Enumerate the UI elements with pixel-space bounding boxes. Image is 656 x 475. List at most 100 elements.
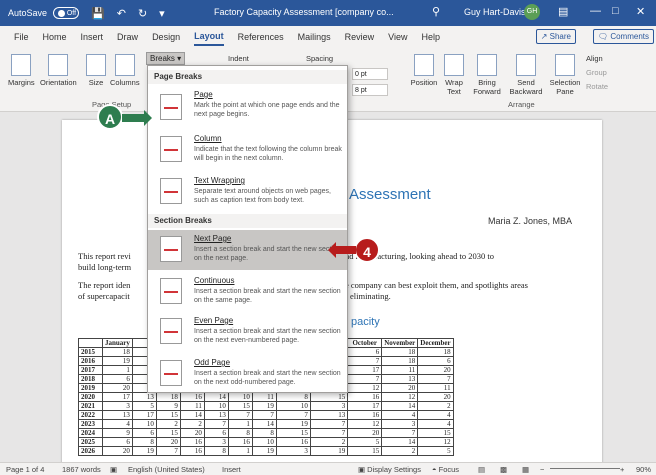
menu-item-column-break[interactable]: Column Indicate that the text following …	[148, 130, 347, 172]
search-icon[interactable]: ⚲	[432, 5, 440, 18]
table-cell: 20	[102, 383, 133, 393]
align-button[interactable]: Align	[586, 54, 603, 63]
tab-mailings[interactable]: Mailings	[298, 29, 331, 45]
table-year-cell: 2024	[78, 428, 103, 438]
table-cell: 20	[347, 428, 383, 438]
table-cell: 4	[381, 410, 419, 420]
tab-help[interactable]: Help	[422, 29, 441, 45]
avatar[interactable]: GH	[524, 4, 540, 20]
display-settings-label: Display Settings	[367, 465, 421, 474]
menu-bar: File Home Insert Draw Design Layout Refe…	[0, 26, 656, 48]
spacing-label: Spacing	[306, 54, 334, 63]
size-button[interactable]: Size	[86, 54, 106, 87]
selection-pane-label: Selection Pane	[549, 78, 581, 96]
focus-button[interactable]: ◓ Focus	[432, 465, 459, 474]
table-cell: 6	[131, 428, 157, 438]
arrange-group-label: Arrange	[508, 100, 535, 109]
save-icon[interactable]: 💾	[91, 7, 105, 20]
table-cell: 11	[179, 401, 205, 411]
spacing-after-input[interactable]: 8 pt	[352, 84, 388, 96]
group-button[interactable]: Group	[586, 68, 607, 77]
proofing-icon[interactable]: ▣	[110, 465, 117, 474]
tab-review[interactable]: Review	[345, 29, 375, 45]
zoom-out-icon[interactable]: −	[540, 465, 544, 474]
menu-item-next-page[interactable]: Next Page Insert a section break and sta…	[148, 230, 347, 270]
table-cell: 14	[381, 401, 419, 411]
breaks-button[interactable]: Breaks ▾	[146, 52, 186, 65]
table-cell: 16	[227, 437, 253, 447]
close-icon[interactable]: ✕	[636, 5, 645, 18]
table-cell: 20	[179, 428, 205, 438]
tab-insert[interactable]: Insert	[81, 29, 104, 45]
page-count[interactable]: Page 1 of 4	[6, 465, 44, 474]
table-cell: 3	[102, 401, 133, 411]
document-title[interactable]: Factory Capacity Assessment [company co.…	[214, 7, 394, 17]
tab-home[interactable]: Home	[43, 29, 67, 45]
table-cell: 14	[179, 410, 205, 420]
column-break-desc: Indicate that the text following the col…	[194, 146, 342, 162]
tab-references[interactable]: References	[238, 29, 284, 45]
ribbon-display-icon[interactable]: ▤	[558, 5, 568, 18]
tab-layout[interactable]: Layout	[194, 28, 224, 46]
zoom-level[interactable]: 90%	[636, 465, 651, 474]
zoom-slider[interactable]	[550, 468, 620, 469]
callout-4: 4	[354, 237, 380, 263]
redo-icon[interactable]: ↻	[138, 7, 147, 20]
table-year-cell: 2026	[78, 446, 103, 456]
even-page-title: Even Page	[194, 316, 234, 325]
menu-item-odd-page[interactable]: Odd Page Insert a section break and star…	[148, 354, 347, 394]
zoom-in-icon[interactable]: +	[620, 465, 624, 474]
menu-item-page-break[interactable]: Page Mark the point at which one page en…	[148, 86, 347, 130]
display-settings-button[interactable]: ▣ Display Settings	[358, 465, 421, 474]
send-backward-button[interactable]: Send Backward	[508, 54, 544, 96]
user-name[interactable]: Guy Hart-Davis	[464, 7, 526, 17]
tab-design[interactable]: Design	[152, 29, 180, 45]
table-cell: 17	[347, 401, 383, 411]
insert-mode[interactable]: Insert	[222, 465, 241, 474]
wrap-text-button[interactable]: Wrap Text	[440, 54, 468, 96]
paragraph-2-left: The report iden of supercapacit	[78, 280, 130, 302]
customize-toolbar-icon[interactable]: ▾	[159, 7, 165, 20]
orientation-button[interactable]: Orientation	[40, 54, 77, 87]
table-cell: 12	[417, 437, 454, 447]
minimize-icon[interactable]: —	[590, 5, 601, 17]
bring-forward-icon	[477, 54, 497, 76]
table-year-cell: 2016	[78, 356, 103, 366]
position-button[interactable]: Position	[410, 54, 438, 87]
margins-label: Margins	[8, 78, 35, 87]
table-cell: 7	[227, 410, 253, 420]
table-cell: 2	[155, 419, 181, 429]
word-count[interactable]: 1867 words	[62, 465, 101, 474]
comments-button[interactable]: 🗨 Comments	[592, 29, 654, 44]
continuous-title: Continuous	[194, 276, 235, 285]
tab-draw[interactable]: Draw	[117, 29, 138, 45]
table-cell: 20	[417, 392, 454, 402]
table-cell: 11	[417, 383, 454, 393]
paragraph-1-left: This report revi build long-term	[78, 251, 131, 273]
selection-pane-button[interactable]: Selection Pane	[548, 54, 582, 96]
table-cell: 12	[347, 383, 383, 393]
table-year-cell: 2021	[78, 401, 103, 411]
menu-item-even-page[interactable]: Even Page Insert a section break and sta…	[148, 312, 347, 354]
language[interactable]: English (United States)	[128, 465, 205, 474]
table-cell: 6	[347, 347, 383, 357]
undo-icon[interactable]: ↶	[117, 7, 126, 20]
web-layout-icon[interactable]: ▦	[522, 465, 529, 474]
rotate-button[interactable]: Rotate	[586, 82, 608, 91]
print-layout-icon[interactable]: ▩	[500, 465, 507, 474]
bring-forward-button[interactable]: Bring Forward	[470, 54, 504, 96]
table-cell: 19	[131, 446, 157, 456]
read-mode-icon[interactable]: ▤	[478, 465, 485, 474]
table-cell: 3	[309, 401, 349, 411]
menu-item-text-wrapping[interactable]: Text Wrapping Separate text around objec…	[148, 172, 347, 214]
table-year-cell: 2025	[78, 437, 103, 447]
share-button[interactable]: ↗ Share	[535, 29, 576, 44]
margins-button[interactable]: Margins	[8, 54, 35, 87]
spacing-before-input[interactable]: 0 pt	[352, 68, 388, 80]
tab-view[interactable]: View	[388, 29, 407, 45]
menu-item-continuous[interactable]: Continuous Insert a section break and st…	[148, 272, 347, 312]
tab-file[interactable]: File	[14, 29, 29, 45]
columns-button[interactable]: Columns	[110, 54, 140, 87]
autosave-toggle[interactable]: Off	[53, 7, 80, 19]
maximize-icon[interactable]: □	[612, 5, 619, 17]
